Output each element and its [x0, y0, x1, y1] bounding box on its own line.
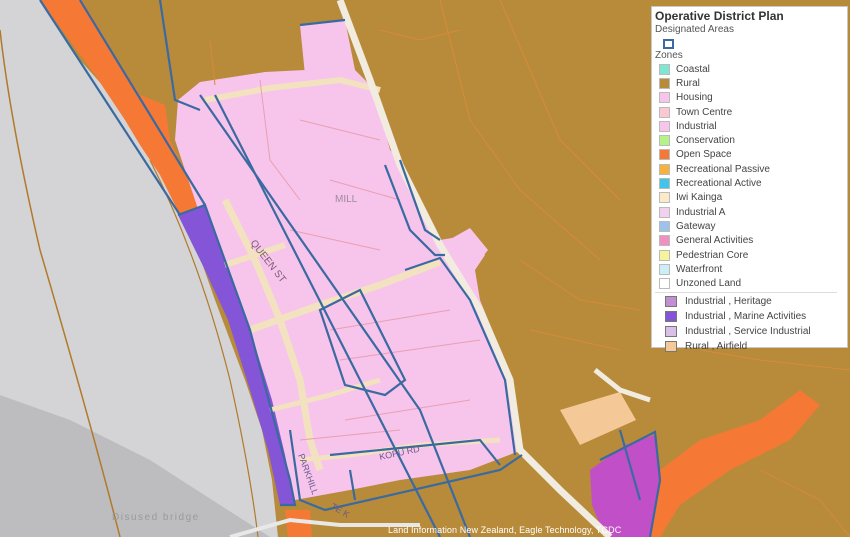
legend-item-label: Industrial , Service Industrial — [685, 325, 811, 337]
legend-item-label: Pedestrian Core — [676, 249, 749, 261]
legend-swatch — [665, 310, 677, 322]
legend-item-label: Coastal — [676, 63, 710, 75]
legend-item-label: Town Centre — [676, 106, 733, 118]
legend-swatch — [665, 325, 677, 337]
legend-item-zone: Unzoned Land — [655, 276, 847, 290]
designated-areas-row — [655, 36, 847, 50]
legend-item-combo: Rural , Airfield — [665, 339, 847, 354]
legend-swatch — [659, 106, 670, 118]
legend-title: Operative District Plan — [655, 9, 784, 23]
legend-item-zone: Coastal — [655, 62, 847, 76]
zones-heading: Zones — [655, 50, 683, 61]
legend-item-label: Industrial A — [676, 206, 726, 218]
zone-list: Coastal Rural Housing Town Centre Industrial… — [655, 62, 847, 291]
legend-item-label: Industrial , Marine Activities — [685, 310, 807, 322]
legend-swatch — [659, 206, 670, 218]
legend-item-label: Rural — [676, 77, 700, 89]
legend-swatch — [665, 340, 677, 352]
legend-item-label: Housing — [676, 92, 713, 104]
legend-item-label: General Activities — [676, 235, 754, 247]
legend-swatch — [659, 178, 670, 190]
legend-swatch — [659, 220, 670, 232]
legend-item-zone: Industrial A — [655, 205, 847, 219]
legend-swatch — [659, 192, 670, 204]
legend-item-label: Gateway — [676, 220, 716, 232]
legend-item-zone: Housing — [655, 91, 847, 105]
legend-item-label: Industrial , Heritage — [685, 295, 772, 307]
legend-item-combo: Industrial , Heritage — [665, 294, 847, 309]
legend-swatch — [659, 77, 670, 89]
legend-swatch — [659, 63, 670, 75]
designated-areas-heading: Designated Areas — [655, 24, 734, 35]
map-attribution: Land Information New Zealand, Eagle Tech… — [388, 525, 622, 535]
legend-item-label: Waterfront — [676, 263, 723, 275]
label-disused-bridge: Disused bridge — [112, 512, 200, 523]
legend-item-label: Rural , Airfield — [685, 340, 748, 352]
legend-swatch — [665, 295, 677, 307]
legend-panel: Operative District Plan Designated Areas… — [651, 6, 848, 352]
legend-item-label: Iwi Kainga — [676, 192, 723, 204]
legend-item-label: Open Space — [676, 149, 732, 161]
legend-item-zone: Waterfront — [655, 262, 847, 276]
legend-swatch — [659, 235, 670, 247]
legend-item-zone: Recreational Active — [655, 176, 847, 190]
legend-item-zone: Rural — [655, 76, 847, 90]
legend-swatch — [659, 278, 670, 290]
legend-swatch — [659, 135, 670, 147]
legend-swatch — [659, 92, 670, 104]
legend-item-zone: Open Space — [655, 148, 847, 162]
legend-item-zone: Gateway — [655, 219, 847, 233]
legend-swatch — [659, 120, 670, 132]
label-mill: MILL — [335, 194, 358, 205]
legend-item-zone: Recreational Passive — [655, 162, 847, 176]
legend-item-zone: Town Centre — [655, 105, 847, 119]
legend-item-zone: Pedestrian Core — [655, 248, 847, 262]
legend-item-label: Industrial — [676, 120, 717, 132]
legend-item-label: Unzoned Land — [676, 278, 742, 290]
combo-list: Industrial , Heritage Industrial , Marine… — [655, 294, 847, 354]
designated-area-swatch — [663, 39, 674, 49]
legend-swatch — [659, 263, 670, 275]
legend-item-label: Conservation — [676, 135, 735, 147]
legend-item-combo: Industrial , Marine Activities — [665, 309, 847, 324]
legend-item-label: Recreational Active — [676, 178, 762, 190]
legend-item-combo: Industrial , Service Industrial — [665, 324, 847, 339]
legend-item-zone: Conservation — [655, 133, 847, 147]
legend-item-label: Recreational Passive — [676, 163, 770, 175]
legend-divider — [655, 291, 837, 293]
legend-swatch — [659, 163, 670, 175]
legend-item-zone: Industrial — [655, 119, 847, 133]
legend-item-zone: Iwi Kainga — [655, 191, 847, 205]
legend-swatch — [659, 149, 670, 161]
legend-swatch — [659, 249, 670, 261]
legend-item-zone: General Activities — [655, 234, 847, 248]
